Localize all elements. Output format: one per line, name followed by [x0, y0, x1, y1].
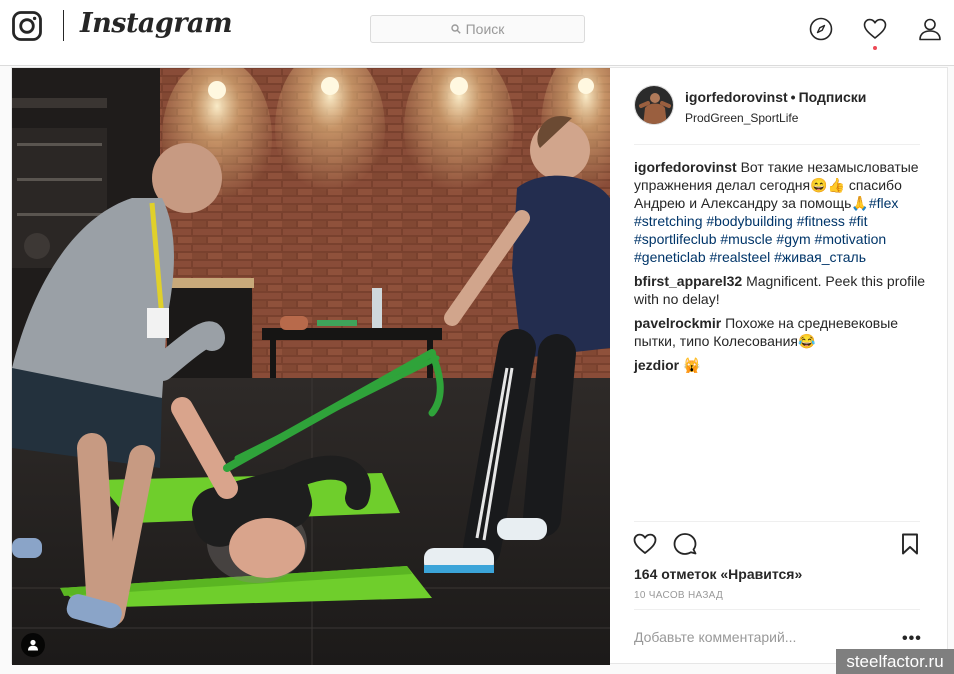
comment-item: jezdior 🙀 — [634, 356, 934, 374]
watermark: steelfactor.ru — [836, 649, 954, 674]
hashtag-link[interactable]: #fit — [849, 213, 868, 229]
hashtag-link[interactable]: #muscle — [720, 231, 772, 247]
follow-button[interactable]: Подписки — [799, 89, 867, 105]
avatar-image — [635, 86, 673, 124]
magnifier-icon — [450, 24, 461, 34]
author-avatar[interactable] — [634, 85, 674, 125]
search-placeholder: Поиск — [465, 21, 505, 37]
hashtag-link[interactable]: #flex — [869, 195, 899, 211]
caption: igorfedorovinst Вот такие незамысловатые… — [634, 158, 934, 266]
post-sidebar: igorfedorovinst • Подписки ProdGreen_Sport… — [610, 68, 949, 665]
author-username[interactable]: igorfedorovinst — [685, 89, 788, 105]
actions-divider — [634, 521, 920, 522]
heart-outline-icon[interactable] — [633, 532, 657, 556]
hashtag-link[interactable]: #sportlifeclub — [634, 231, 717, 247]
instagram-wordmark[interactable]: Instagram — [80, 8, 233, 39]
notification-dot — [873, 46, 877, 50]
author-line: igorfedorovinst • Подписки — [685, 89, 866, 105]
post-photo[interactable] — [12, 68, 610, 665]
comment-item: pavelrockmir Похоже на средневековые пыт… — [634, 314, 934, 350]
post-timestamp: 10 ЧАСОВ НАЗАД — [634, 590, 724, 601]
hashtag-link[interactable]: #живая_сталь — [774, 249, 866, 265]
instagram-camera-icon[interactable] — [12, 11, 42, 41]
hashtag-link[interactable]: #fitness — [797, 213, 845, 229]
hashtag-link[interactable]: #bodybuilding — [706, 213, 792, 229]
separator-dot: • — [790, 89, 796, 105]
caption-username[interactable]: igorfedorovinst — [634, 159, 737, 175]
hashtag-link[interactable]: #gym — [776, 231, 810, 247]
comment-item: bfirst_apparel32 Magnificent. Peek this … — [634, 272, 934, 308]
post-header: igorfedorovinst • Подписки ProdGreen_Sport… — [610, 68, 949, 145]
comments-list: igorfedorovinst Вот такие незамысловатые… — [634, 158, 934, 380]
hashtag-link[interactable]: #realsteel — [710, 249, 771, 265]
header-divider — [634, 144, 920, 145]
hashtag-link[interactable]: #geneticlab — [634, 249, 706, 265]
person-icon[interactable] — [918, 17, 942, 41]
bookmark-icon[interactable] — [898, 532, 922, 556]
hashtag-link[interactable]: #stretching — [634, 213, 702, 229]
workout-photo-illustration — [12, 68, 610, 665]
user-tag-icon — [28, 639, 38, 651]
hashtag-link[interactable]: #motivation — [815, 231, 887, 247]
logo-divider — [63, 10, 64, 41]
add-comment-divider — [634, 609, 920, 610]
post-location[interactable]: ProdGreen_SportLife — [685, 111, 798, 125]
heart-icon[interactable] — [863, 17, 887, 41]
post-card: igorfedorovinst • Подписки ProdGreen_Sport… — [11, 67, 949, 665]
comment-username[interactable]: bfirst_apparel32 — [634, 273, 742, 289]
top-navigation-bar: Instagram Поиск — [0, 0, 954, 66]
likes-count[interactable]: 164 отметок «Нравится» — [634, 566, 802, 582]
more-options-button[interactable]: ••• — [902, 630, 922, 648]
comment-username[interactable]: pavelrockmir — [634, 315, 721, 331]
speech-bubble-icon[interactable] — [673, 532, 697, 556]
add-comment-input[interactable]: Добавьте комментарий... — [634, 629, 796, 645]
comment-username[interactable]: jezdior — [634, 357, 679, 373]
user-tag-button[interactable] — [21, 633, 45, 657]
search-input[interactable]: Поиск — [370, 15, 585, 43]
comment-text: 🙀 — [683, 357, 701, 373]
compass-icon[interactable] — [809, 17, 833, 41]
